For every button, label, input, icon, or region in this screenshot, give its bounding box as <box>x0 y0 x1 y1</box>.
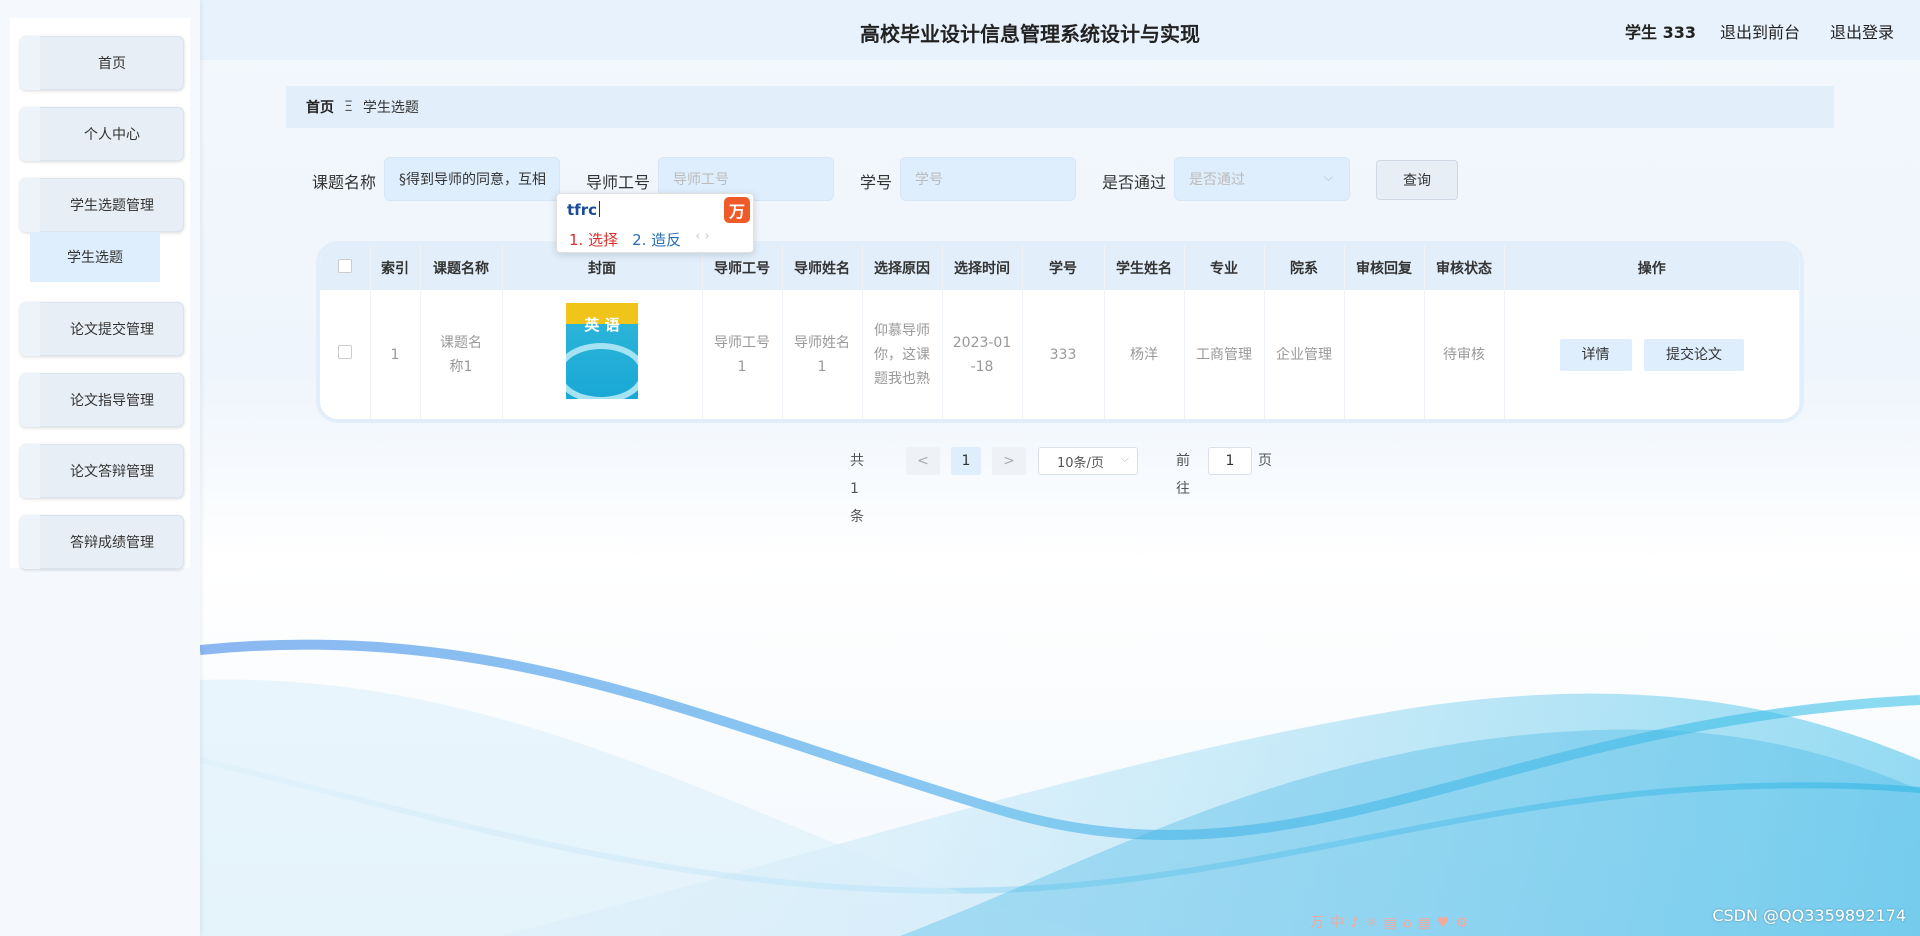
sidebar-item-home[interactable]: 首页 <box>20 36 184 90</box>
cell-status: 待审核 <box>1424 290 1505 419</box>
sidebar-item-thesis-defense[interactable]: 论文答辩管理 <box>20 444 184 498</box>
ime-page-arrows-icon[interactable]: ‹ › <box>695 229 710 250</box>
submit-thesis-button[interactable]: 提交论文 <box>1643 338 1744 371</box>
topic-input[interactable]: §得到导师的同意，互相 <box>384 157 560 201</box>
current-user: 学生 333 <box>1625 23 1696 42</box>
column-header: 课题名称 <box>420 245 503 290</box>
sidebar-item-thesis-guidance[interactable]: 论文指导管理 <box>20 373 184 427</box>
ime-candidate-1[interactable]: 1. 选择 <box>569 229 618 250</box>
column-header: 专业 <box>1184 245 1265 290</box>
goto-suffix: 页 <box>1258 453 1272 469</box>
column-header: 导师姓名 <box>782 245 863 290</box>
ime-candidate-2[interactable]: 2. 造反 <box>632 229 681 250</box>
prev-page-button[interactable]: < <box>906 447 940 475</box>
page-size-select[interactable]: 10条/页 ⌵ <box>1038 447 1138 475</box>
sidebar-item-label: 个人中心 <box>84 127 140 143</box>
goto-page-input[interactable]: 1 <box>1208 447 1252 475</box>
cover-title: 英 语 <box>584 315 620 334</box>
select-all-checkbox[interactable] <box>320 245 371 290</box>
table-row: 1 课题名称1 英 语 导师工号1 导师姓名1 仰慕导师你，这课题我也熟 202… <box>320 290 1800 419</box>
sidebar-item-personal-center[interactable]: 个人中心 <box>20 107 184 161</box>
passed-select-placeholder: 是否通过 <box>1189 172 1245 188</box>
ime-logo-icon[interactable]: 万 <box>724 197 750 223</box>
breadcrumb-home[interactable]: 首页 <box>306 97 334 117</box>
sidebar-item-label: 论文答辩管理 <box>70 464 154 480</box>
sidebar-item-label: 答辩成绩管理 <box>70 535 154 551</box>
next-page-button[interactable]: > <box>992 447 1026 475</box>
watermark: CSDN @QQ3359892174 <box>1712 906 1906 925</box>
cell-reason: 仰慕导师你，这课题我也熟 <box>862 290 943 419</box>
column-header: 索引 <box>370 245 421 290</box>
column-header: 审核状态 <box>1424 245 1505 290</box>
cell-index: 1 <box>370 290 421 419</box>
passed-select[interactable]: 是否通过 ⌵ <box>1174 157 1350 201</box>
cover-image[interactable]: 英 语 <box>566 302 638 399</box>
student-id-input[interactable]: 学号 <box>900 157 1076 201</box>
passed-label: 是否通过 <box>1102 173 1167 192</box>
ime-toolbar-icons: 万中♪☼▤⌂▦♥⚙ <box>1310 915 1474 931</box>
pagination-total: 共 1 条 <box>850 453 864 525</box>
goto-prefix: 前往 <box>1176 453 1190 497</box>
sidebar-item-student-topic-management[interactable]: 学生选题管理 <box>20 178 184 232</box>
detail-button[interactable]: 详情 <box>1559 338 1632 371</box>
column-header: 选择原因 <box>862 245 943 290</box>
ime-candidate-popup: tfrc 万 1. 选择 2. 造反 ‹ › <box>556 193 754 253</box>
cell-department: 企业管理 <box>1264 290 1345 419</box>
chevron-down-icon: ⌵ <box>1323 170 1333 184</box>
cell-major: 工商管理 <box>1184 290 1265 419</box>
sidebar-item-label: 首页 <box>98 56 126 72</box>
column-header: 选择时间 <box>942 245 1023 290</box>
cell-topic: 课题名称1 <box>420 290 503 419</box>
back-to-front-link[interactable]: 退出到前台 <box>1720 19 1800 43</box>
cell-time: 2023-01-18 <box>942 290 1023 419</box>
column-header: 操作 <box>1504 245 1800 290</box>
ime-composition-text: tfrc <box>567 201 600 219</box>
query-button[interactable]: 查询 <box>1376 160 1458 200</box>
cell-student-name: 杨洋 <box>1104 290 1185 419</box>
column-header: 学号 <box>1022 245 1105 290</box>
row-checkbox[interactable] <box>320 290 371 419</box>
logout-link[interactable]: 退出登录 <box>1830 19 1894 43</box>
column-header: 审核回复 <box>1344 245 1425 290</box>
cell-reply <box>1344 290 1425 419</box>
breadcrumb: 首页 Ξ 学生选题 <box>286 86 1834 128</box>
sidebar-item-label: 论文提交管理 <box>70 322 154 338</box>
page-number-1[interactable]: 1 <box>951 447 981 475</box>
chevron-down-icon: ⌵ <box>1120 452 1129 465</box>
top-header: 高校毕业设计信息管理系统设计与实现 学生 333 退出到前台 退出登录 <box>200 0 1920 60</box>
data-table: 索引 课题名称 封面 导师工号 导师姓名 选择原因 选择时间 学号 学生姓名 专… <box>316 241 1804 423</box>
sidebar-subitem-student-topic[interactable]: 学生选题 <box>30 232 160 282</box>
tutor-id-label: 导师工号 <box>586 173 651 192</box>
sidebar-item-label: 论文指导管理 <box>70 393 154 409</box>
cell-tutor-id: 导师工号1 <box>702 290 783 419</box>
sidebar-item-thesis-submission[interactable]: 论文提交管理 <box>20 302 184 356</box>
cell-actions: 详情 提交论文 <box>1504 290 1800 419</box>
column-header: 学生姓名 <box>1104 245 1185 290</box>
sidebar: 首页 个人中心 学生选题管理 学生选题 论文提交管理 论文指导管理 论文答辩管理… <box>0 0 200 936</box>
page-size-value: 10条/页 <box>1057 455 1104 471</box>
wave-background <box>200 639 1920 936</box>
cell-tutor-name: 导师姓名1 <box>782 290 863 419</box>
breadcrumb-separator-icon: Ξ <box>344 99 353 115</box>
student-id-label: 学号 <box>860 173 893 192</box>
table-header-row: 索引 课题名称 封面 导师工号 导师姓名 选择原因 选择时间 学号 学生姓名 专… <box>320 245 1800 290</box>
column-header: 院系 <box>1264 245 1345 290</box>
cell-cover: 英 语 <box>502 290 703 419</box>
page-title: 高校毕业设计信息管理系统设计与实现 <box>860 22 1200 46</box>
sidebar-item-label: 学生选题管理 <box>70 198 154 214</box>
cell-student-id: 333 <box>1022 290 1105 419</box>
breadcrumb-current: 学生选题 <box>362 100 419 116</box>
sidebar-item-defense-score[interactable]: 答辩成绩管理 <box>20 515 184 569</box>
topic-label: 课题名称 <box>312 173 377 192</box>
